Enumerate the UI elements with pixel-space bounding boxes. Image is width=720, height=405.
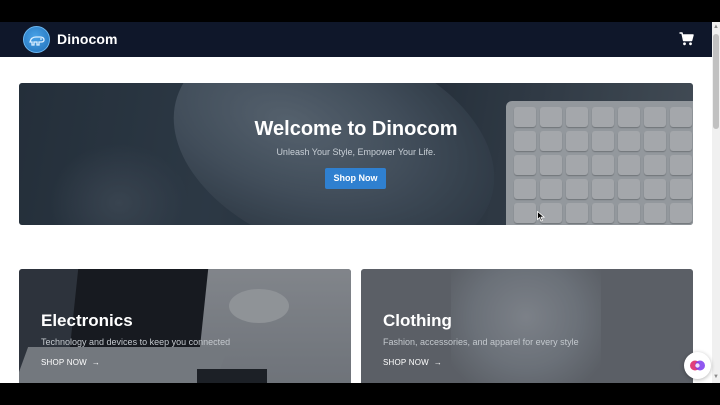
- shop-now-link-label: SHOP NOW: [383, 358, 429, 367]
- screen: Dinocom Welcome to Dinocom Unleash Your …: [0, 0, 720, 405]
- category-description: Fashion, accessories, and apparel for ev…: [383, 337, 579, 347]
- shop-now-link-electronics[interactable]: SHOP NOW →: [41, 358, 100, 367]
- dinosaur-logo-icon[interactable]: [23, 26, 50, 53]
- hero-subtitle: Unleash Your Style, Empower Your Life.: [276, 147, 436, 157]
- hero-banner: Welcome to Dinocom Unleash Your Style, E…: [19, 83, 693, 225]
- brand-name[interactable]: Dinocom: [57, 31, 118, 47]
- hero-title: Welcome to Dinocom: [254, 118, 458, 140]
- browser-viewport: Dinocom Welcome to Dinocom Unleash Your …: [0, 22, 712, 383]
- mouse-cursor-icon: [537, 209, 546, 225]
- category-description: Technology and devices to keep you conne…: [41, 337, 231, 347]
- navbar: Dinocom: [0, 22, 712, 57]
- chat-assistant-icon[interactable]: [684, 352, 711, 379]
- category-card-clothing[interactable]: Clothing Fashion, accessories, and appar…: [361, 269, 693, 383]
- scroll-down-icon[interactable]: ▼: [713, 374, 719, 380]
- arrow-right-icon: →: [91, 358, 101, 367]
- page-scrollbar[interactable]: ▲ ▼: [712, 22, 720, 383]
- category-title: Clothing: [383, 311, 452, 330]
- shopping-cart-icon[interactable]: [679, 32, 694, 46]
- scrollbar-thumb[interactable]: [713, 34, 719, 129]
- category-title: Electronics: [41, 311, 133, 330]
- arrow-right-icon: →: [433, 358, 443, 367]
- shop-now-button[interactable]: Shop Now: [325, 168, 386, 189]
- category-card-electronics[interactable]: Electronics Technology and devices to ke…: [19, 269, 351, 383]
- shop-now-link-clothing[interactable]: SHOP NOW →: [383, 358, 442, 367]
- scroll-up-icon[interactable]: ▲: [713, 24, 719, 30]
- shop-now-link-label: SHOP NOW: [41, 358, 87, 367]
